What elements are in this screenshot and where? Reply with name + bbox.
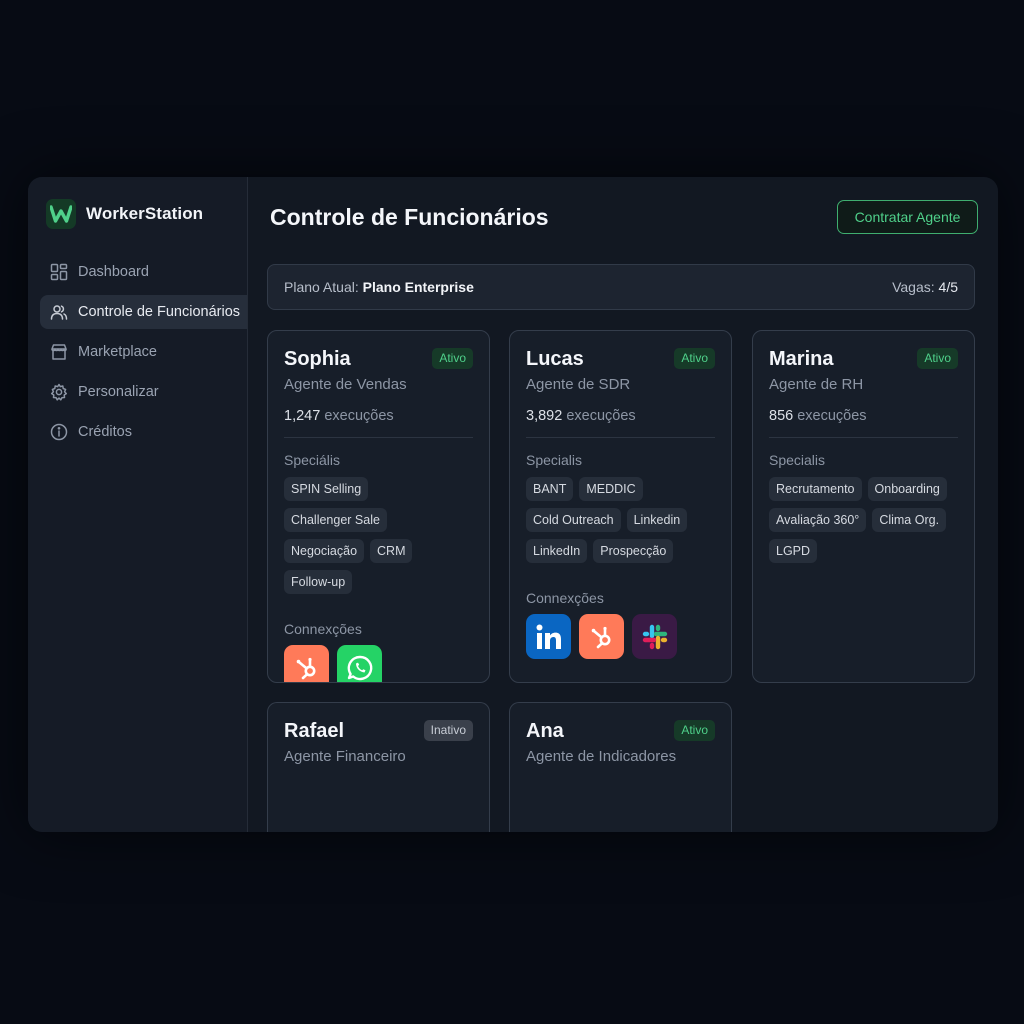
hubspot-icon[interactable] — [579, 614, 624, 659]
skill-tag: MEDDIC — [579, 477, 643, 501]
agent-executions: 3,892 execuções — [526, 408, 715, 424]
skills-list: SPIN Selling Challenger Sale Negociação … — [284, 477, 473, 601]
sidebar-item-creditos[interactable]: Créditos — [40, 415, 247, 449]
agent-name: Ana — [526, 720, 564, 742]
agent-role: Agente de Indicadores — [526, 748, 677, 765]
app-window: WorkerStation Dashboard Controle de Func… — [28, 177, 998, 832]
divider — [526, 437, 715, 438]
brand[interactable]: WorkerStation — [46, 199, 203, 229]
connections-list — [526, 614, 715, 659]
sidebar-item-label: Marketplace — [78, 344, 157, 360]
status-badge: Ativo — [432, 348, 473, 369]
users-icon — [50, 305, 68, 320]
slots-value: 4/5 — [938, 279, 958, 295]
skills-label: Specialis — [526, 452, 583, 468]
sidebar-item-label: Dashboard — [78, 264, 149, 280]
connections-label: Connexções — [284, 621, 362, 637]
workerstation-logo-icon — [46, 199, 76, 229]
slots-label: Vagas: — [892, 279, 935, 295]
skill-tag: Prospecção — [593, 539, 674, 563]
page-title: Controle de Funcionários — [270, 204, 549, 230]
skill-tag: Challenger Sale — [284, 508, 387, 532]
skill-tag: BANT — [526, 477, 574, 501]
skill-tag: Follow-up — [284, 570, 353, 594]
agent-role: Agente Financeiro — [284, 748, 406, 765]
executions-label: execuções — [566, 408, 636, 424]
current-plan: Plano Atual: Plano Enterprise — [284, 279, 474, 295]
skill-tag: Recrutamento — [769, 477, 862, 501]
agent-card-sophia[interactable]: Sophia Ativo Agente de Vendas 1,247 exec… — [267, 330, 490, 683]
sidebar-nav: Dashboard Controle de Funcionários Marke… — [40, 255, 247, 455]
agent-executions: 1,247 execuções — [284, 408, 473, 424]
skill-tag: Avaliação 360° — [769, 508, 867, 532]
sidebar: WorkerStation Dashboard Controle de Func… — [28, 177, 248, 832]
agent-name: Sophia — [284, 348, 351, 370]
main-content: Controle de Funcionários Contratar Agent… — [248, 177, 998, 832]
status-badge: Ativo — [674, 720, 715, 741]
gear-icon — [50, 383, 68, 401]
slots: Vagas: 4/5 — [892, 279, 958, 295]
status-badge: Inativo — [423, 720, 473, 741]
skill-tag: LinkedIn — [526, 539, 588, 563]
agent-name: Rafael — [284, 720, 345, 742]
sidebar-item-dashboard[interactable]: Dashboard — [40, 255, 247, 289]
connections-list — [284, 645, 473, 682]
skill-tag: LGPD — [769, 539, 818, 563]
executions-label: execuções — [324, 408, 394, 424]
agent-card-rafael[interactable]: Rafael Inativo Agente Financeiro — [267, 702, 490, 832]
sidebar-item-label: Personalizar — [78, 384, 159, 400]
divider — [769, 437, 958, 438]
executions-count: 3,892 — [526, 408, 563, 424]
sidebar-item-marketplace[interactable]: Marketplace — [40, 335, 247, 369]
divider — [284, 437, 473, 438]
hire-agent-button[interactable]: Contratar Agente — [837, 200, 978, 234]
skill-tag: Negociação — [284, 539, 365, 563]
plan-bar: Plano Atual: Plano Enterprise Vagas: 4/5 — [267, 264, 975, 310]
skills-label: Speciális — [284, 452, 341, 468]
sidebar-item-controle-funcionarios[interactable]: Controle de Funcionários — [40, 295, 247, 329]
skill-tag: Onboarding — [867, 477, 947, 501]
executions-count: 1,247 — [284, 408, 321, 424]
agent-role: Agente de Vendas — [284, 376, 407, 393]
skill-tag: Linkedin — [626, 508, 688, 532]
linkedin-icon[interactable] — [526, 614, 571, 659]
agent-name: Lucas — [526, 348, 584, 370]
skills-list: Recrutamento Onboarding Avaliação 360° C… — [769, 477, 958, 570]
agent-card-ana[interactable]: Ana Ativo Agente de Indicadores — [509, 702, 732, 832]
skill-tag: SPIN Selling — [284, 477, 369, 501]
executions-count: 856 — [769, 408, 794, 424]
executions-label: execuções — [797, 408, 867, 424]
skill-tag: CRM — [370, 539, 413, 563]
app-name: WorkerStation — [86, 204, 204, 223]
agent-card-marina[interactable]: Marina Ativo Agente de RH 856 execuções … — [752, 330, 975, 683]
skill-tag: Clima Org. — [872, 508, 947, 532]
agent-role: Agente de RH — [769, 376, 864, 393]
agent-name: Marina — [769, 348, 834, 370]
sidebar-item-personalizar[interactable]: Personalizar — [40, 375, 247, 409]
info-icon — [50, 423, 68, 441]
agent-card-lucas[interactable]: Lucas Ativo Agente de SDR 3,892 execuçõe… — [509, 330, 732, 683]
agent-executions: 856 execuções — [769, 408, 958, 424]
plan-label: Plano Atual: — [284, 279, 359, 295]
plan-value: Plano Enterprise — [362, 279, 474, 295]
sidebar-item-label: Créditos — [78, 424, 132, 440]
skills-label: Specialis — [769, 452, 826, 468]
hubspot-icon[interactable] — [284, 645, 329, 682]
agent-role: Agente de SDR — [526, 376, 631, 393]
skills-list: BANT MEDDIC Cold Outreach Linkedin Linke… — [526, 477, 715, 570]
grid-icon — [50, 263, 68, 281]
connections-label: Connexções — [526, 590, 604, 606]
status-badge: Ativo — [674, 348, 715, 369]
skill-tag: Cold Outreach — [526, 508, 621, 532]
store-icon — [51, 344, 67, 360]
whatsapp-icon[interactable] — [337, 645, 382, 682]
status-badge: Ativo — [917, 348, 958, 369]
slack-icon[interactable] — [632, 614, 677, 659]
sidebar-item-label: Controle de Funcionários — [78, 304, 241, 320]
